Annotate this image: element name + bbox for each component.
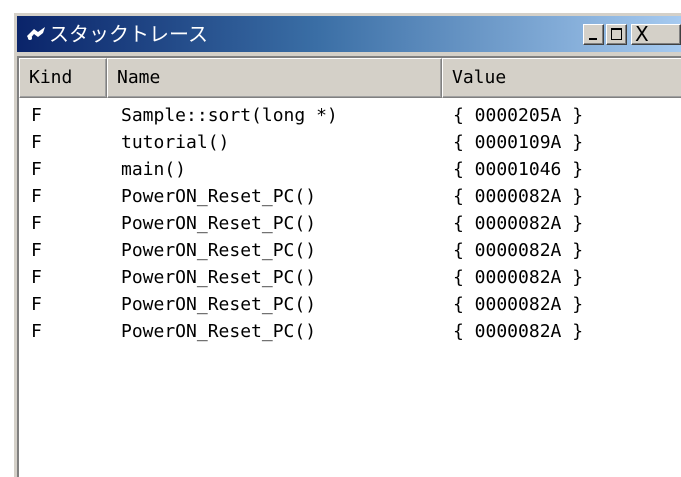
frame-name: PowerON_Reset_PC() — [121, 186, 317, 207]
minimize-button[interactable] — [583, 24, 604, 45]
frame-name: PowerON_Reset_PC() — [121, 240, 317, 261]
stack-frame-row[interactable]: F PowerON_Reset_PC() { 0000082A } — [19, 183, 681, 210]
stack-trace-list[interactable]: Kind Name Value F Sample::sort(long *){ 0… — [17, 56, 681, 477]
frame-kind: F — [31, 321, 42, 342]
stack-frame-rows: F Sample::sort(long *){ 0000205A } Ftutori… — [19, 102, 681, 345]
frame-name: Sample::sort(long *) — [121, 105, 338, 126]
frame-kind: F — [31, 240, 42, 261]
stack-frame-row[interactable]: F PowerON_Reset_PC() { 0000082A } — [19, 291, 681, 318]
frame-kind: F — [31, 105, 42, 126]
frame-value: { 0000205A } — [453, 105, 584, 126]
frame-kind: F — [31, 213, 42, 234]
frame-name: PowerON_Reset_PC() — [121, 213, 317, 234]
stack-frame-row[interactable]: F PowerON_Reset_PC() { 0000082A } — [19, 264, 681, 291]
frame-value: { 0000082A } — [453, 240, 584, 261]
maximize-button[interactable] — [606, 24, 627, 45]
stack-frame-row[interactable]: F PowerON_Reset_PC() { 0000082A } — [19, 318, 681, 345]
frame-kind: F — [31, 186, 42, 207]
column-header-kind[interactable]: Kind — [19, 58, 107, 98]
frame-name: PowerON_Reset_PC() — [121, 321, 317, 342]
stack-frame-row[interactable]: F PowerON_Reset_PC() { 0000082A } — [19, 210, 681, 237]
frame-value: { 0000082A } — [453, 294, 584, 315]
frame-value: { 0000082A } — [453, 186, 584, 207]
frame-value: { 0000082A } — [453, 321, 584, 342]
close-button[interactable]: X — [631, 22, 681, 46]
frame-name: tutorial() — [121, 132, 230, 153]
stack-frame-row[interactable]: Fmain() { 00001046 } — [19, 156, 681, 183]
frame-value: { 0000082A } — [453, 267, 584, 288]
frame-kind: F — [31, 294, 42, 315]
frame-value: { 00001046 } — [453, 159, 584, 180]
frame-value: { 0000109A } — [453, 132, 584, 153]
stack-trace-window: スタックトレース X Kind Name Value F Sample::sort… — [14, 13, 681, 477]
frame-name: PowerON_Reset_PC() — [121, 267, 317, 288]
stack-frame-row[interactable]: F Sample::sort(long *) { 0000205A } — [19, 102, 681, 129]
frame-kind: F — [31, 132, 42, 153]
column-header-name[interactable]: Name — [107, 58, 442, 98]
frame-name: PowerON_Reset_PC() — [121, 294, 317, 315]
column-header-value[interactable]: Value — [442, 58, 681, 98]
title-bar[interactable]: スタックトレース X — [17, 16, 681, 52]
frame-kind: F — [31, 159, 42, 180]
stack-frame-row[interactable]: Ftutorial() { 0000109A } — [19, 129, 681, 156]
frame-name: main() — [121, 159, 187, 180]
window-title: スタックトレース — [49, 22, 208, 46]
stack-frame-row[interactable]: F PowerON_Reset_PC() { 0000082A } — [19, 237, 681, 264]
frame-value: { 0000082A } — [453, 213, 584, 234]
frame-kind: F — [31, 267, 42, 288]
column-header: Kind Name Value — [19, 58, 681, 98]
close-icon: X — [635, 22, 649, 46]
stack-trace-icon — [27, 27, 45, 40]
